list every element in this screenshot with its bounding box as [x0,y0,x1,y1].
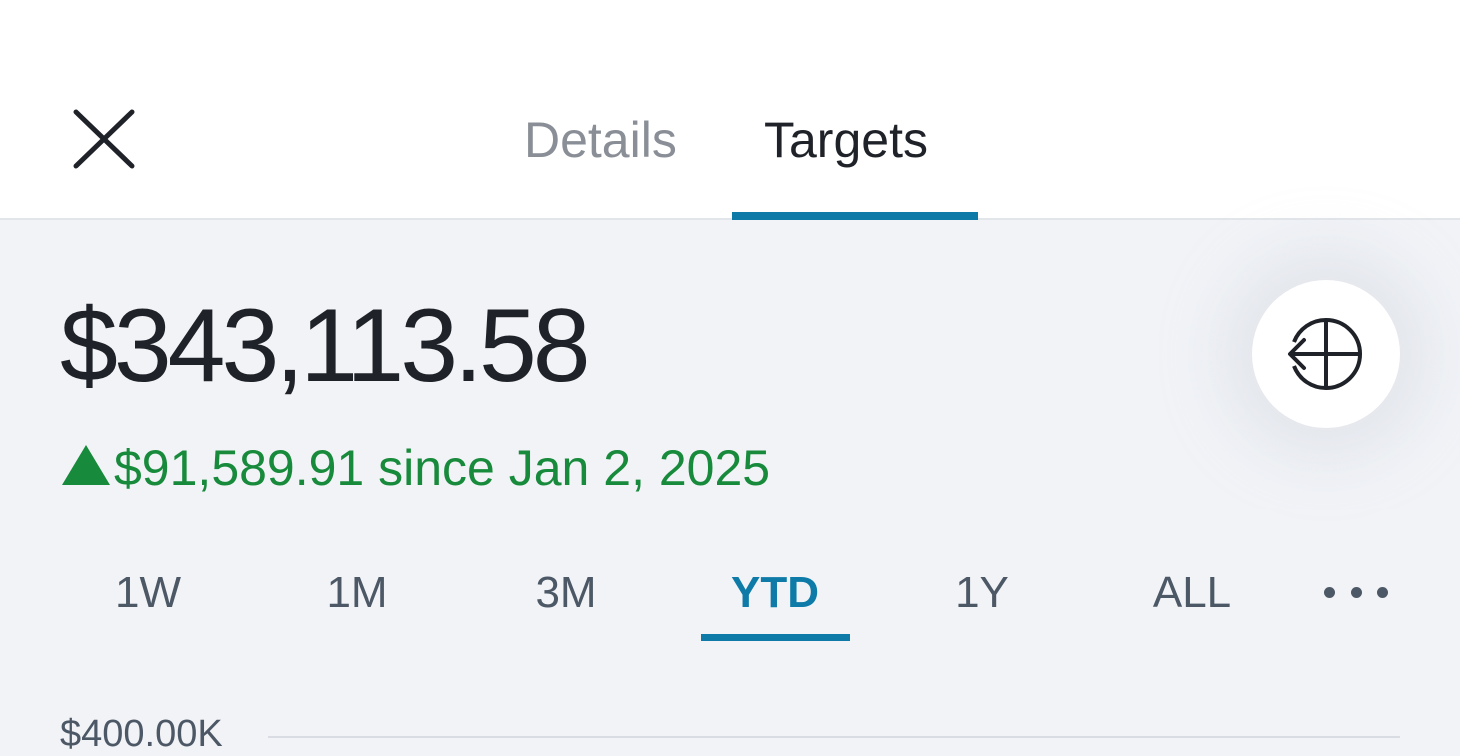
range-1y[interactable]: 1Y [955,568,1009,618]
active-range-indicator [701,634,850,641]
tab-details[interactable]: Details [524,112,677,168]
more-horizontal-icon [1350,586,1362,598]
range-all[interactable]: ALL [1153,568,1231,618]
range-3m[interactable]: 3M [535,568,596,618]
range-ytd[interactable]: YTD [731,568,819,618]
range-1m[interactable]: 1M [326,568,387,618]
close-button[interactable] [66,100,142,176]
tab-targets[interactable]: Targets [764,112,928,168]
balance-change: $91,589.91 since Jan 2, 2025 [62,440,770,496]
time-range-selector: 1W 1M 3M YTD 1Y ALL [0,560,1460,650]
close-icon [73,109,135,169]
up-arrow-icon [62,445,110,485]
top-bar: Details Targets [0,0,1460,220]
more-horizontal-icon [1324,586,1335,598]
more-horizontal-icon [1377,586,1388,598]
chart-gridline [268,736,1400,738]
account-balance: $343,113.58 [60,288,591,404]
balance-change-text: $91,589.91 since Jan 2, 2025 [114,440,771,496]
target-arrow-icon [1288,317,1362,391]
active-tab-indicator [732,212,978,220]
chart-y-axis-label: $400.00K [60,713,223,755]
range-1w[interactable]: 1W [115,568,181,618]
targets-action-button[interactable] [1252,280,1400,428]
more-options-button[interactable] [1324,582,1388,602]
